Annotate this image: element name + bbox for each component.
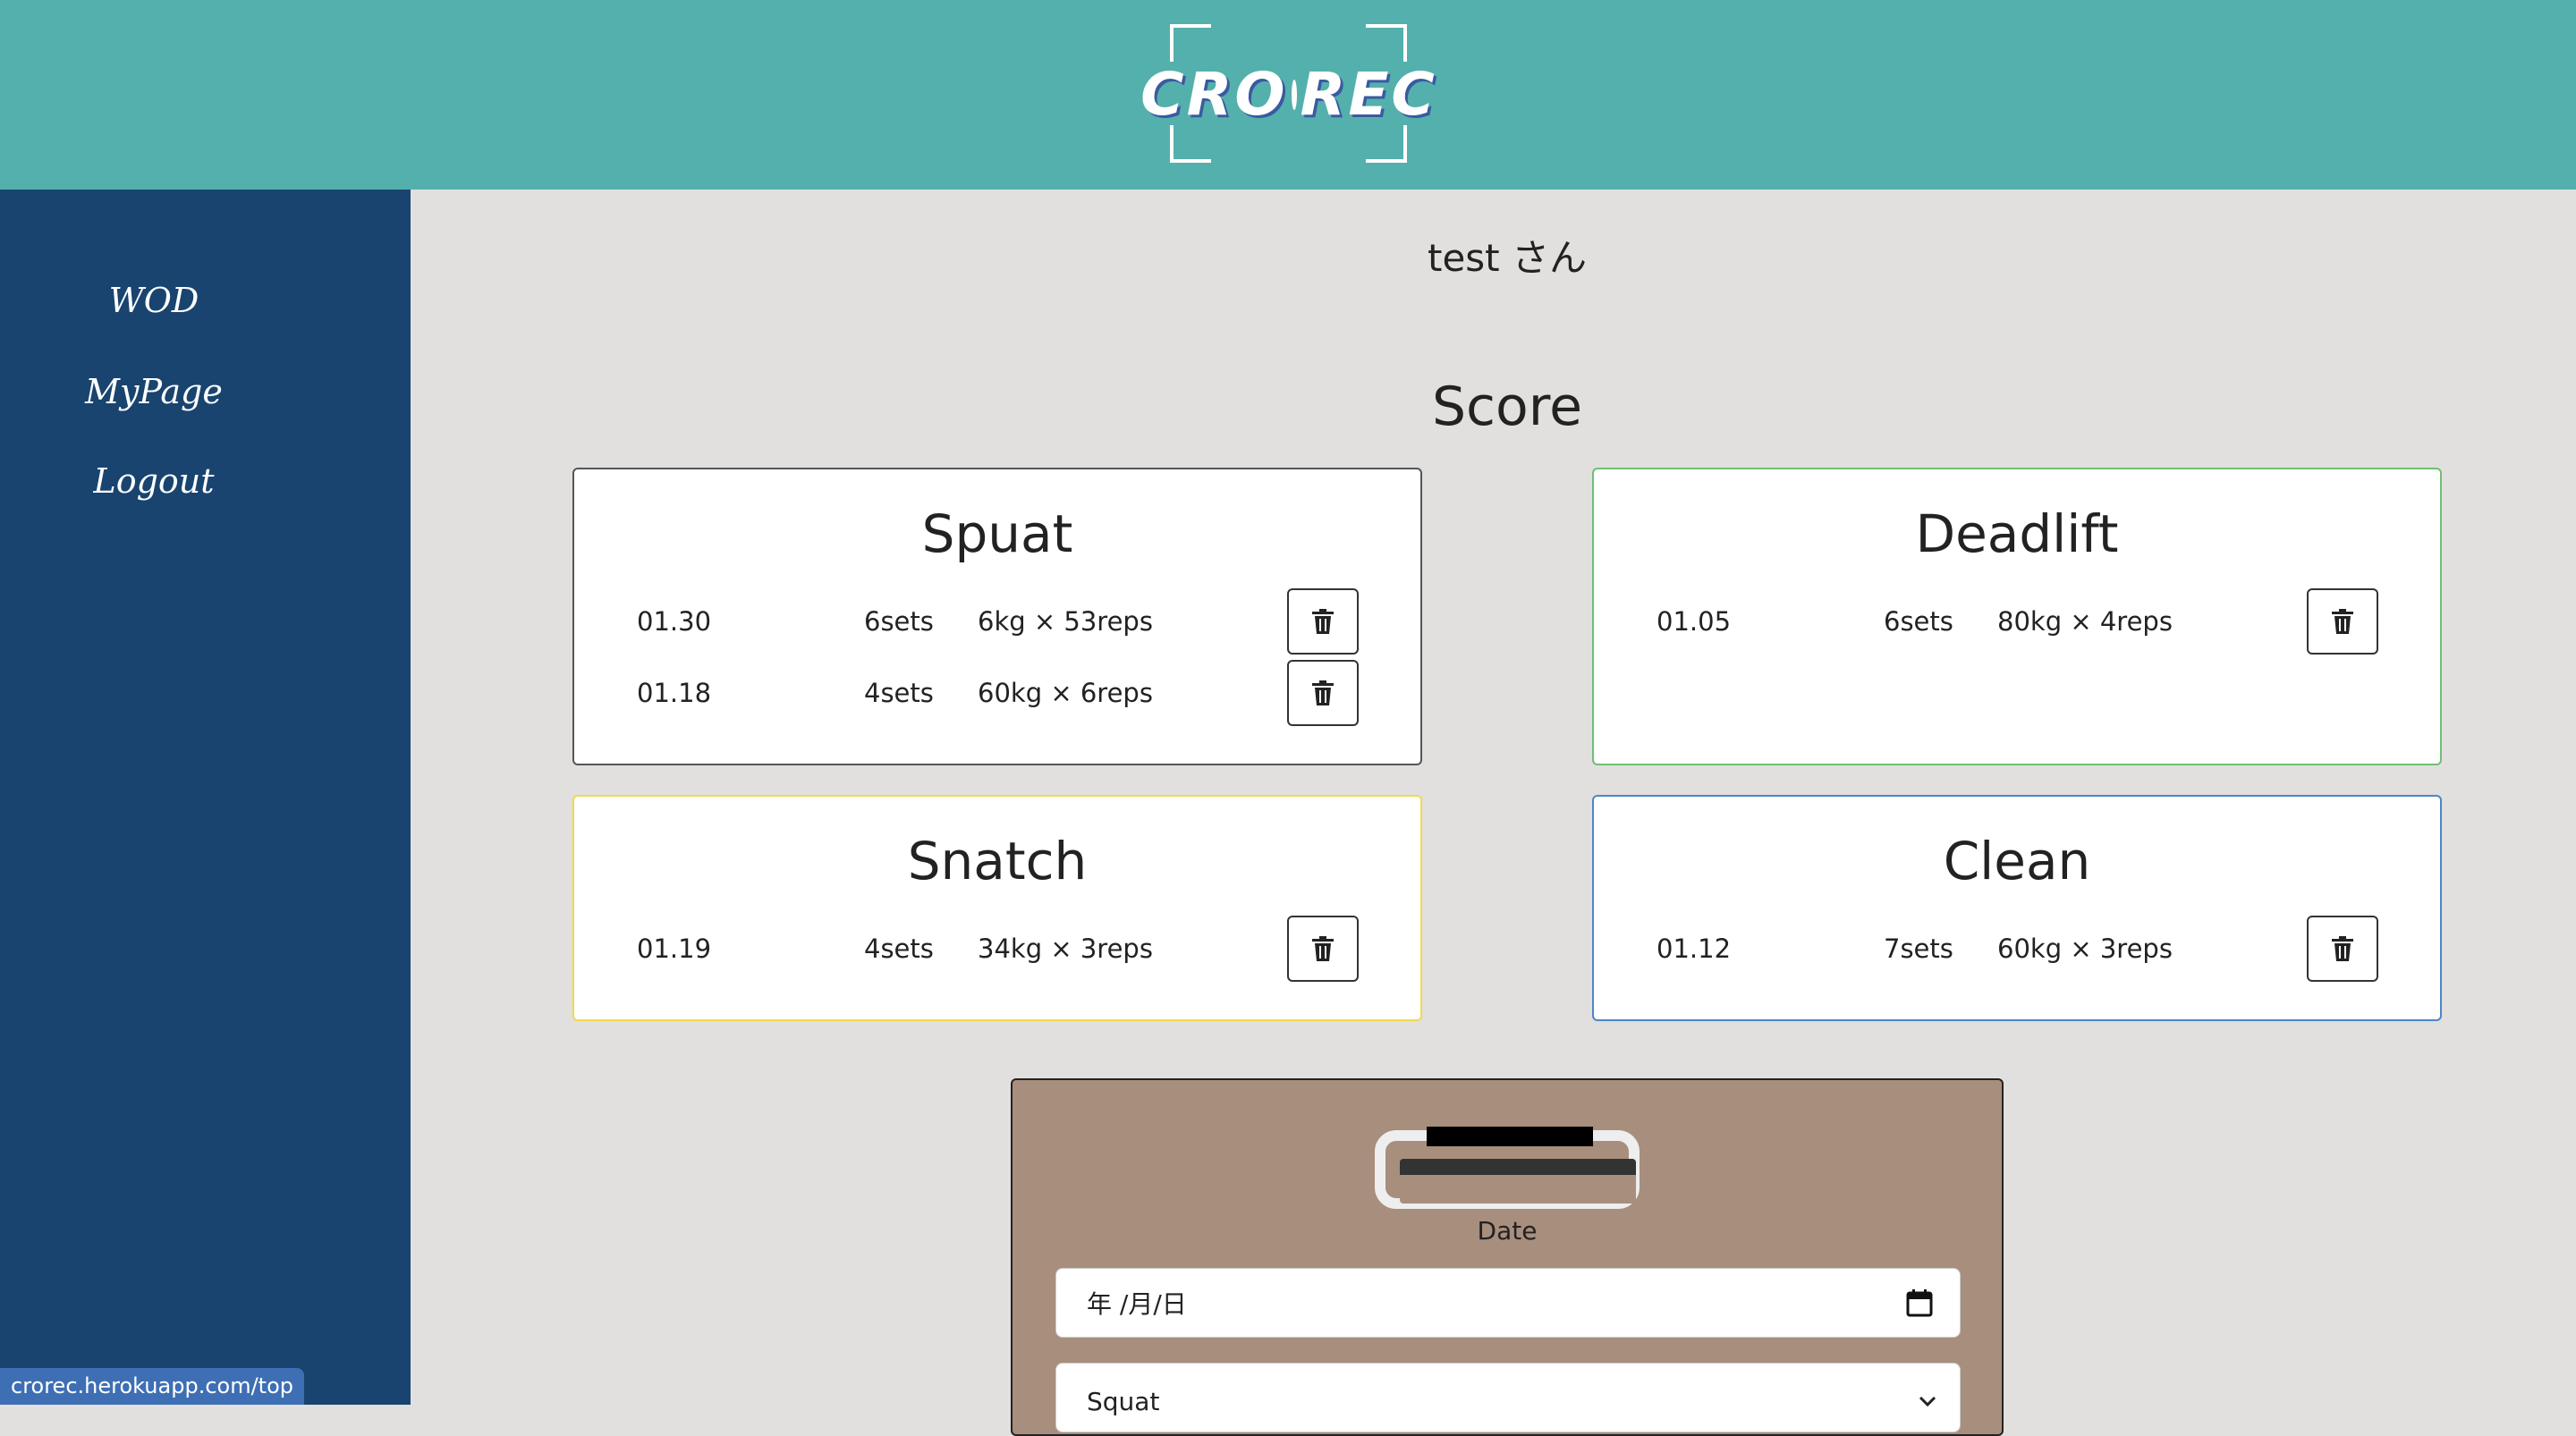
delete-button[interactable] [1287, 660, 1359, 726]
trash-icon [1312, 680, 1334, 705]
exercise-select[interactable]: Squat [1055, 1363, 1961, 1432]
card-title: Clean [1943, 831, 2091, 891]
record-detail: 60kg × 3reps [1997, 933, 2173, 964]
record-form-board: Date 年 /月/日 Squat [1011, 1078, 2004, 1436]
record-sets: 4sets [864, 678, 934, 708]
delete-button[interactable] [1287, 588, 1359, 655]
logo-text-left: CRO [1140, 60, 1288, 129]
card-title: Spuat [921, 503, 1073, 564]
user-greeting: test さん [1427, 236, 1587, 280]
logo-text: CRO REC [1140, 60, 1435, 129]
logo-frame-corner [1366, 24, 1407, 62]
record-date: 01.12 [1657, 933, 1732, 964]
record-sets: 6sets [1884, 606, 1953, 637]
record-sets: 7sets [1884, 933, 1953, 964]
sidebar-item-mypage[interactable]: MyPage [0, 372, 308, 411]
score-card-clean: Clean 01.12 7sets 60kg × 3reps [1592, 795, 2442, 1021]
record-sets: 6sets [864, 606, 934, 637]
record-date: 01.30 [637, 606, 712, 637]
record-date: 01.19 [637, 933, 712, 964]
rec-dot-icon [1291, 79, 1297, 110]
record-date: 01.05 [1657, 606, 1732, 637]
logo-frame-corner [1170, 125, 1211, 163]
record-detail: 60kg × 6reps [978, 678, 1153, 708]
date-input[interactable]: 年 /月/日 [1055, 1268, 1961, 1338]
logo[interactable]: CRO REC [1140, 24, 1435, 163]
date-input-value: 年 /月/日 [1087, 1289, 1187, 1319]
record-row: 01.12 7sets 60kg × 3reps [1594, 916, 2440, 982]
record-sets: 4sets [864, 933, 934, 964]
record-row: 01.05 6sets 80kg × 4reps [1594, 588, 2440, 655]
chevron-down-icon [1919, 1396, 1936, 1407]
trash-icon [2332, 936, 2353, 961]
card-title: Deadlift [1915, 503, 2119, 564]
trash-icon [2332, 609, 2353, 634]
logo-frame-corner [1170, 24, 1211, 62]
clipboard-clip-top [1427, 1127, 1593, 1146]
section-title: Score [1431, 376, 1583, 438]
sidebar-item-logout[interactable]: Logout [0, 461, 308, 501]
calendar-icon[interactable] [1906, 1288, 1933, 1317]
status-bar-url: crorec.herokuapp.com/top [0, 1368, 304, 1405]
trash-icon [1312, 936, 1334, 961]
logo-text-right: REC [1300, 60, 1437, 129]
record-detail: 6kg × 53reps [978, 606, 1153, 637]
delete-button[interactable] [2307, 588, 2378, 655]
record-detail: 34kg × 3reps [978, 933, 1153, 964]
exercise-select-value: Squat [1087, 1387, 1160, 1416]
sidebar-item-wod[interactable]: WOD [0, 281, 308, 320]
header: CRO REC [0, 0, 2576, 190]
trash-icon [1312, 609, 1334, 634]
score-card-spuat: Spuat 01.30 6sets 6kg × 53reps 01.18 4se… [572, 468, 1422, 765]
date-label: Date [1477, 1216, 1538, 1246]
card-title: Snatch [907, 831, 1088, 891]
record-date: 01.18 [637, 678, 712, 708]
record-row: 01.18 4sets 60kg × 6reps [574, 660, 1420, 726]
score-card-deadlift: Deadlift 01.05 6sets 80kg × 4reps [1592, 468, 2442, 765]
sidebar: WOD MyPage Logout [0, 190, 411, 1405]
clipboard-clip-inner [1400, 1159, 1636, 1204]
delete-button[interactable] [1287, 916, 1359, 982]
record-detail: 80kg × 4reps [1997, 606, 2173, 637]
record-row: 01.19 4sets 34kg × 3reps [574, 916, 1420, 982]
score-card-snatch: Snatch 01.19 4sets 34kg × 3reps [572, 795, 1422, 1021]
record-row: 01.30 6sets 6kg × 53reps [574, 588, 1420, 655]
logo-frame-corner [1366, 125, 1407, 163]
delete-button[interactable] [2307, 916, 2378, 982]
